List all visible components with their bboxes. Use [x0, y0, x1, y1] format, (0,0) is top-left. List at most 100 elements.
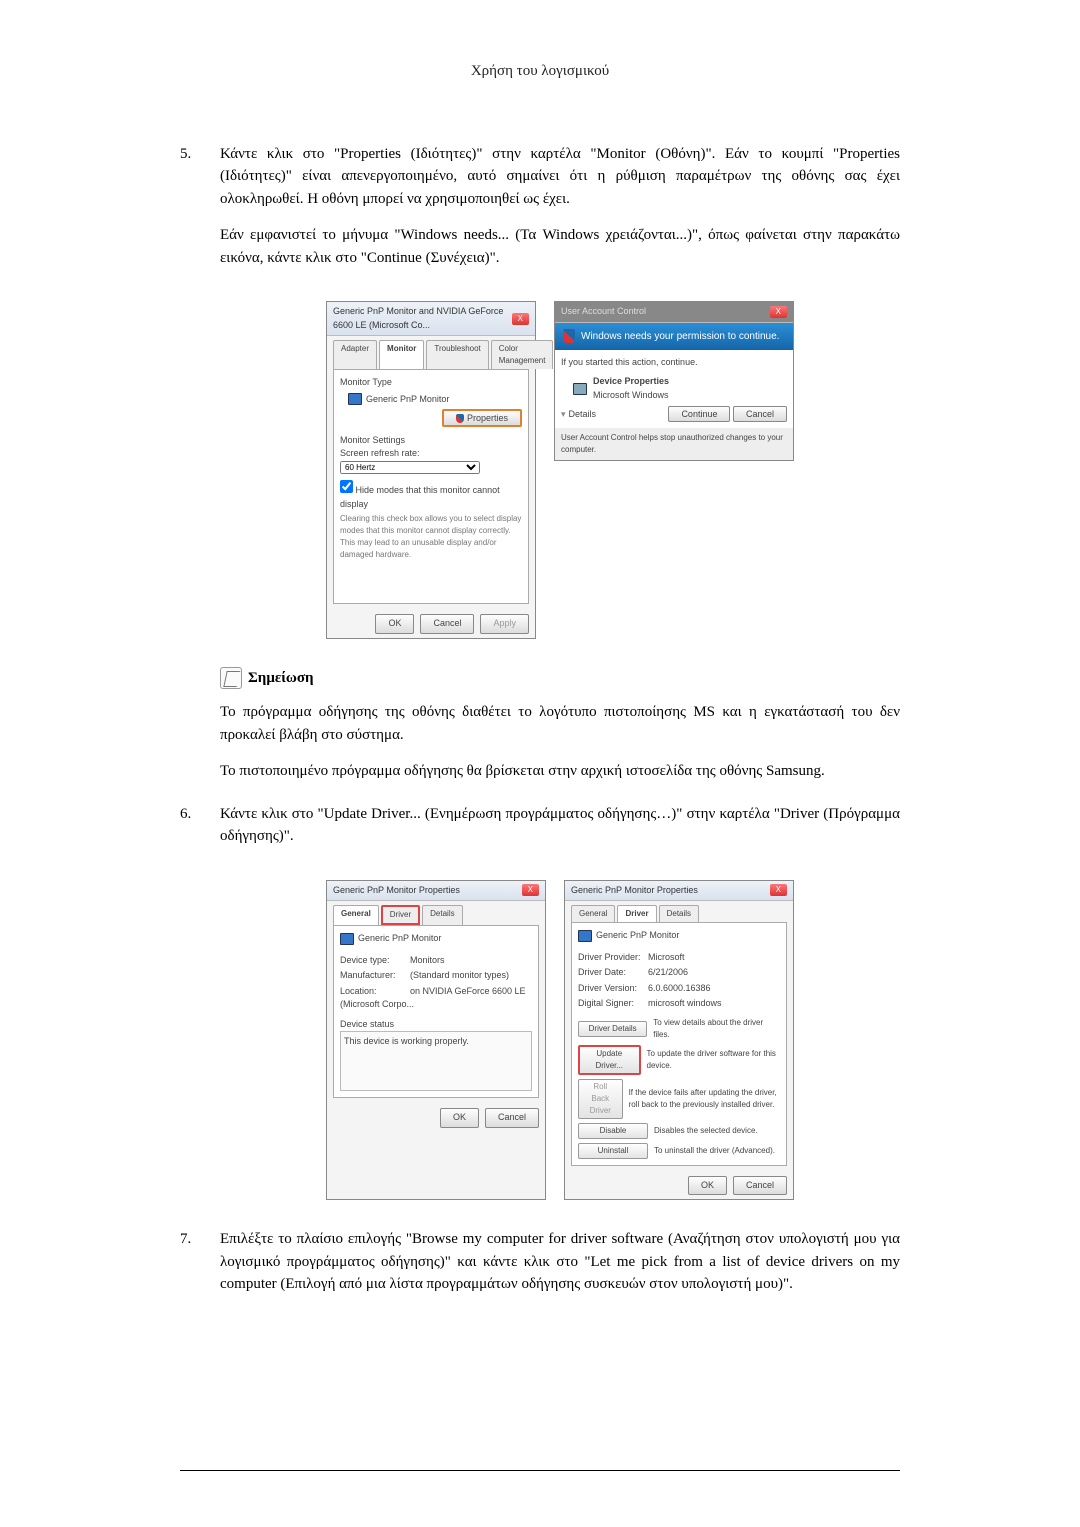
- cancel-button[interactable]: Cancel: [420, 614, 474, 634]
- uac-program-name: Device Properties: [593, 375, 669, 389]
- driver-provider-value: Microsoft: [648, 952, 685, 962]
- driver-general-dialog: Generic PnP Monitor Properties X General…: [326, 880, 546, 1201]
- driver-version-value: 6.0.6000.16386: [648, 983, 711, 993]
- cancel-button[interactable]: Cancel: [733, 1176, 787, 1196]
- rollback-driver-button[interactable]: Roll Back Driver: [578, 1079, 623, 1119]
- monitor-settings-label: Monitor Settings: [340, 434, 522, 448]
- device-name: Generic PnP Monitor: [358, 932, 441, 946]
- ok-button[interactable]: OK: [375, 614, 414, 634]
- digital-signer-value: microsoft windows: [648, 998, 722, 1008]
- footer-rule: [180, 1470, 900, 1471]
- uninstall-desc: To uninstall the driver (Advanced).: [654, 1145, 775, 1157]
- dialog-title-bar: Generic PnP Monitor Properties X: [565, 881, 793, 902]
- driver-provider-label: Driver Provider:: [578, 951, 648, 965]
- step-6-number: 6.: [180, 803, 220, 862]
- uac-program-publisher: Microsoft Windows: [593, 389, 669, 403]
- hide-modes-description: Clearing this check box allows you to se…: [340, 513, 522, 561]
- note-icon: [220, 667, 242, 689]
- step-5-number: 5.: [180, 143, 220, 284]
- tab-details[interactable]: Details: [422, 905, 462, 925]
- figures-row-1: Generic PnP Monitor and NVIDIA GeForce 6…: [220, 301, 900, 639]
- tab-driver[interactable]: Driver: [381, 905, 420, 925]
- monitor-type-value: Generic PnP Monitor: [366, 393, 449, 407]
- apply-button[interactable]: Apply: [480, 614, 529, 634]
- refresh-rate-select[interactable]: 60 Hertz: [340, 461, 480, 474]
- continue-button[interactable]: Continue: [668, 406, 730, 422]
- note-block: Σημείωση Το πρόγραμμα οδήγησης της οθόνη…: [220, 667, 900, 783]
- uac-banner-text: Windows needs your permission to continu…: [581, 329, 779, 344]
- step-5-text-1: Κάντε κλικ στο "Properties (Ιδιότητες)" …: [220, 143, 900, 211]
- figures-row-2: Generic PnP Monitor Properties X General…: [220, 880, 900, 1201]
- update-driver-desc: To update the driver software for this d…: [647, 1048, 780, 1072]
- driver-version-label: Driver Version:: [578, 982, 648, 996]
- disable-desc: Disables the selected device.: [654, 1125, 758, 1137]
- location-label: Location:: [340, 985, 410, 999]
- close-icon[interactable]: X: [512, 313, 529, 325]
- driver-date-value: 6/21/2006: [648, 967, 688, 977]
- step-6-text: Κάντε κλικ στο "Update Driver... (Ενημέρ…: [220, 803, 900, 848]
- uac-line1: If you started this action, continue.: [561, 356, 787, 370]
- update-driver-button[interactable]: Update Driver...: [578, 1045, 641, 1075]
- tab-troubleshoot[interactable]: Troubleshoot: [426, 340, 488, 369]
- digital-signer-label: Digital Signer:: [578, 997, 648, 1011]
- note-heading-text: Σημείωση: [248, 667, 314, 690]
- driver-tab-dialog: Generic PnP Monitor Properties X General…: [564, 880, 794, 1201]
- note-text-2: Το πιστοποιημένο πρόγραμμα οδήγησης θα β…: [220, 760, 900, 783]
- hide-modes-label: Hide modes that this monitor cannot disp…: [340, 485, 500, 509]
- note-text-1: Το πρόγραμμα οδήγησης της οθόνης διαθέτε…: [220, 701, 900, 746]
- monitor-icon: [578, 930, 592, 942]
- properties-button[interactable]: Properties: [442, 409, 522, 427]
- cancel-button[interactable]: Cancel: [485, 1108, 539, 1128]
- uac-footer: User Account Control helps stop unauthor…: [555, 428, 793, 460]
- rollback-driver-desc: If the device fails after updating the d…: [629, 1087, 780, 1111]
- device-status-box: This device is working properly.: [340, 1031, 532, 1091]
- tab-adapter[interactable]: Adapter: [333, 340, 377, 369]
- monitor-icon: [340, 933, 354, 945]
- program-icon: [573, 383, 587, 395]
- monitor-properties-dialog: Generic PnP Monitor and NVIDIA GeForce 6…: [326, 301, 536, 639]
- step-7: 7. Επιλέξτε το πλαίσιο επιλογής "Browse …: [180, 1228, 900, 1310]
- uac-dialog: User Account Control X Windows needs you…: [554, 301, 794, 461]
- dialog-title-bar: Generic PnP Monitor Properties X: [327, 881, 545, 902]
- refresh-rate-label: Screen refresh rate:: [340, 447, 522, 461]
- step-5-text-2: Εάν εμφανιστεί το μήνυμα "Windows needs.…: [220, 224, 900, 269]
- page-header: Χρήση του λογισμικού: [180, 60, 900, 83]
- device-type-value: Monitors: [410, 955, 445, 965]
- monitor-icon: [348, 393, 362, 405]
- step-7-number: 7.: [180, 1228, 220, 1310]
- close-icon[interactable]: X: [770, 306, 787, 318]
- dialog-title-text: Generic PnP Monitor Properties: [571, 884, 698, 898]
- close-icon[interactable]: X: [522, 884, 539, 896]
- tab-monitor[interactable]: Monitor: [379, 340, 424, 369]
- tab-general[interactable]: General: [571, 905, 615, 922]
- uac-title-bar: User Account Control X: [555, 302, 793, 323]
- driver-details-button[interactable]: Driver Details: [578, 1021, 647, 1037]
- device-name: Generic PnP Monitor: [596, 929, 679, 943]
- ok-button[interactable]: OK: [688, 1176, 727, 1196]
- shield-icon: [563, 329, 575, 343]
- manufacturer-value: (Standard monitor types): [410, 970, 509, 980]
- tab-color-management[interactable]: Color Management: [491, 340, 554, 369]
- driver-details-desc: To view details about the driver files.: [653, 1017, 780, 1041]
- disable-button[interactable]: Disable: [578, 1123, 648, 1139]
- monitor-type-label: Monitor Type: [340, 376, 522, 390]
- chevron-down-icon: ▾: [561, 408, 566, 422]
- tab-details[interactable]: Details: [659, 905, 699, 922]
- tab-driver[interactable]: Driver: [617, 905, 656, 922]
- dialog-title-bar: Generic PnP Monitor and NVIDIA GeForce 6…: [327, 302, 535, 336]
- dialog-title-text: Generic PnP Monitor and NVIDIA GeForce 6…: [333, 305, 512, 332]
- dialog-title-text: Generic PnP Monitor Properties: [333, 884, 460, 898]
- dialog-tabs: Adapter Monitor Troubleshoot Color Manag…: [327, 336, 535, 369]
- step-7-text: Επιλέξτε το πλαίσιο επιλογής "Browse my …: [220, 1228, 900, 1296]
- uninstall-button[interactable]: Uninstall: [578, 1143, 648, 1159]
- hide-modes-checkbox[interactable]: [340, 480, 353, 493]
- step-6: 6. Κάντε κλικ στο "Update Driver... (Ενη…: [180, 803, 900, 862]
- tab-general[interactable]: General: [333, 905, 379, 925]
- details-button[interactable]: Details: [569, 408, 597, 422]
- driver-date-label: Driver Date:: [578, 966, 648, 980]
- ok-button[interactable]: OK: [440, 1108, 479, 1128]
- device-status-label: Device status: [340, 1018, 532, 1032]
- cancel-button[interactable]: Cancel: [733, 406, 787, 422]
- close-icon[interactable]: X: [770, 884, 787, 896]
- device-type-label: Device type:: [340, 954, 410, 968]
